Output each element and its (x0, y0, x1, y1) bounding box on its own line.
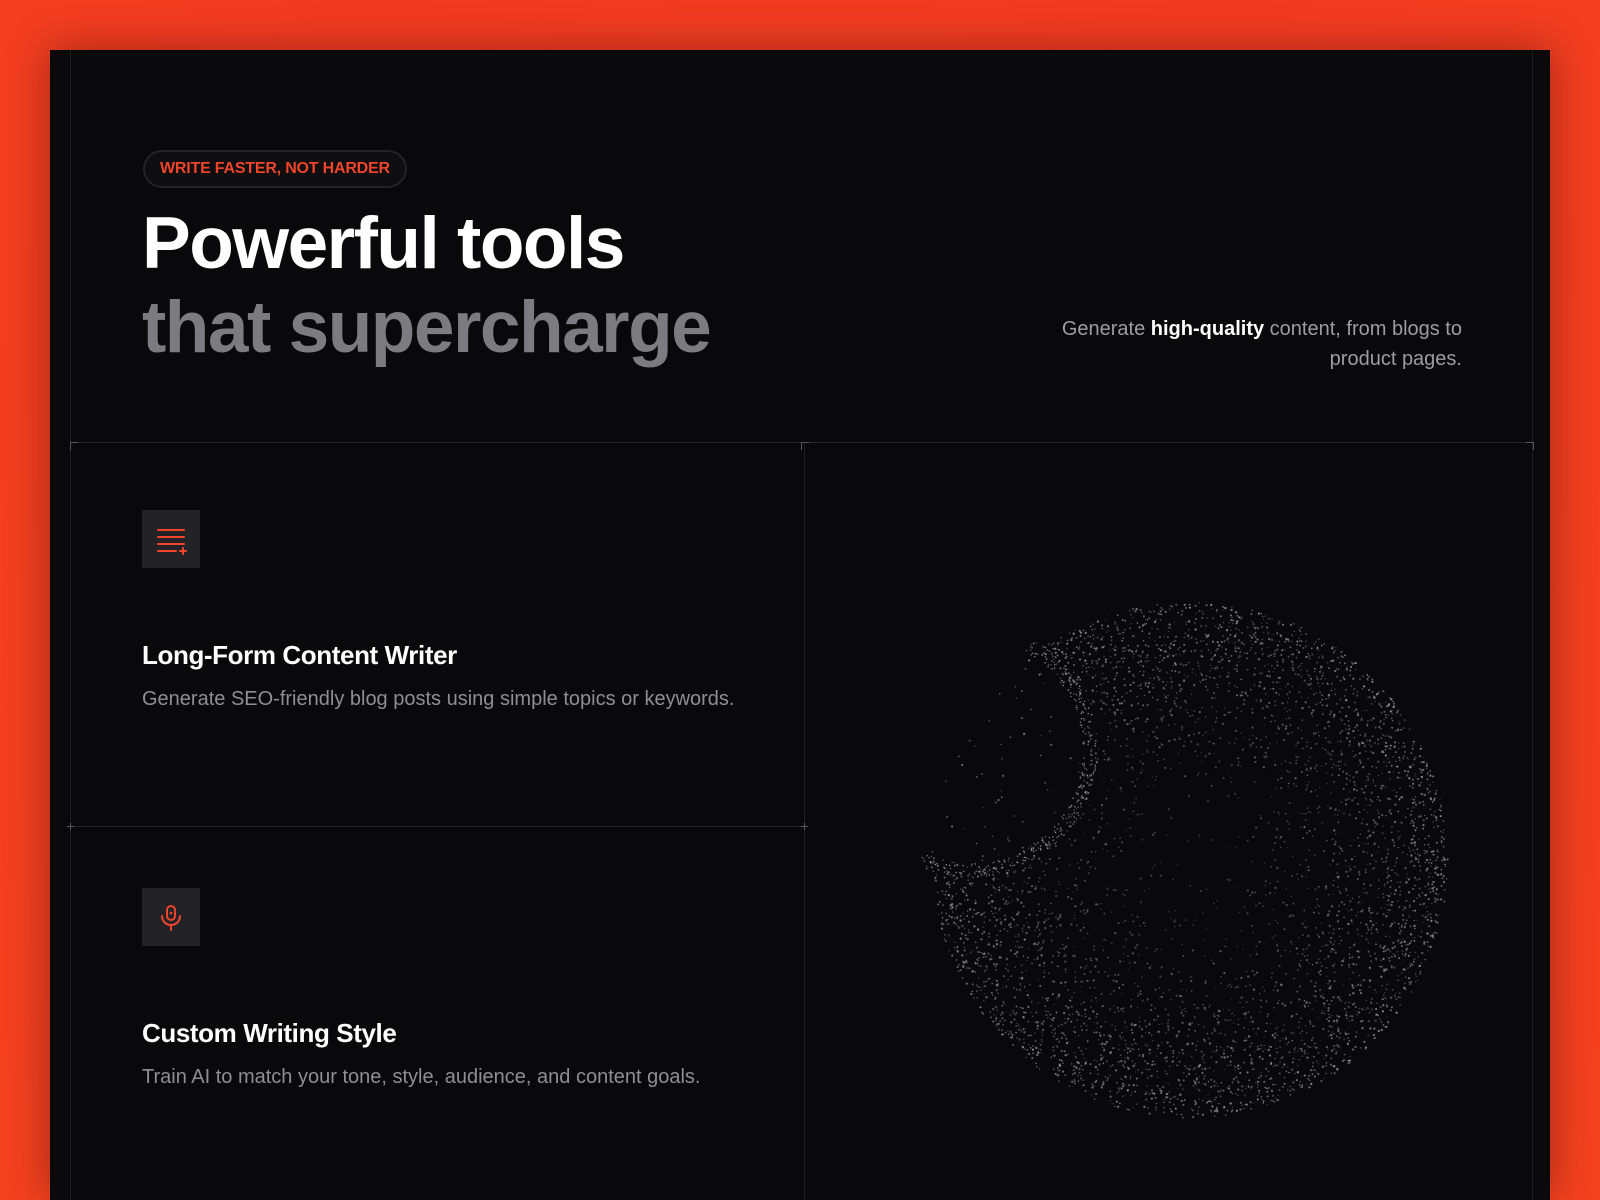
title-line-secondary: that supercharge (142, 287, 712, 368)
particle-sphere-graphic (921, 601, 1449, 1119)
eyebrow-badge: WRITE FASTER, NOT HARDER (143, 150, 407, 188)
section-description: Generate high-quality content, from blog… (1022, 314, 1462, 374)
feature-card-writing-style: Custom Writing Style Train AI to match y… (142, 888, 742, 1092)
feature-title: Custom Writing Style (142, 1018, 397, 1048)
feature-description: Train AI to match your tone, style, audi… (142, 1066, 701, 1088)
feature-icon-box (142, 510, 200, 568)
corner-tick (70, 442, 78, 450)
lede-highlight: high-quality (1150, 318, 1265, 340)
section-title: Powerful tools that supercharge (142, 202, 712, 370)
title-line-primary: Powerful tools (142, 203, 625, 284)
cross-tick (67, 823, 74, 830)
feature-title: Long-Form Content Writer (142, 640, 457, 670)
corner-tick (801, 442, 809, 450)
grid-rail-right (1532, 50, 1533, 1200)
feature-card-long-form: Long-Form Content Writer Generate SEO-fr… (142, 510, 742, 714)
cross-tick (801, 823, 808, 830)
feature-icon-box (142, 888, 200, 946)
grid-rail-middle (70, 826, 804, 827)
corner-tick (1526, 442, 1534, 450)
particle-dots (921, 601, 1449, 1119)
grid-rail-center (804, 442, 805, 1200)
feature-description: Generate SEO-friendly blog posts using s… (142, 688, 735, 710)
microphone-icon (161, 905, 181, 931)
text-lines-add-icon (157, 529, 187, 555)
feature-section: WRITE FASTER, NOT HARDER Powerful tools … (50, 50, 1550, 1200)
grid-rail-left (70, 50, 71, 1200)
lede-prefix: Generate (1061, 318, 1151, 340)
lede-suffix: content, from blogs to product pages. (1264, 318, 1462, 370)
